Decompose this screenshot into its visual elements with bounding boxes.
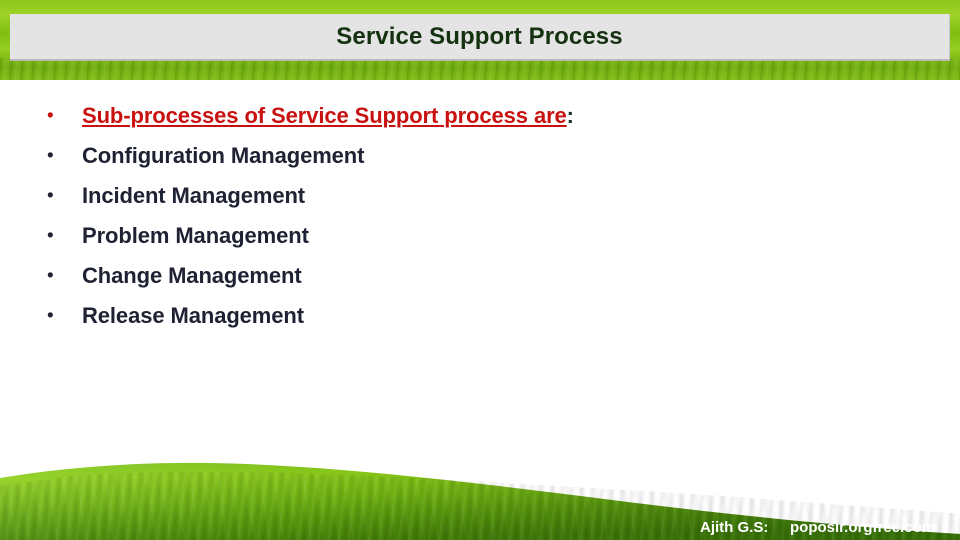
list-item: • Sub-processes of Service Support proce… <box>0 96 960 136</box>
list-item: • Change Management <box>0 256 960 296</box>
bullet-list: • Sub-processes of Service Support proce… <box>0 96 960 336</box>
bullet-point-icon: • <box>47 225 54 247</box>
page-title: Service Support Process <box>336 22 623 50</box>
title-plaque: Service Support Process <box>10 14 950 61</box>
bullet-point-icon: • <box>47 185 54 207</box>
list-item-text: Sub-processes of Service Support process… <box>82 103 567 128</box>
list-item-label: Configuration Management <box>82 143 365 168</box>
list-item-label: Incident Management <box>82 183 306 208</box>
list-item-label: Change Management <box>82 263 302 288</box>
slide-canvas: Service Support Process • Sub-processes … <box>0 0 960 540</box>
list-item-label: Sub-processes of Service Support process… <box>82 103 574 129</box>
list-item-label: Problem Management <box>82 223 309 248</box>
bullet-point-icon: • <box>47 145 54 167</box>
bullet-point-icon: • <box>47 305 54 327</box>
footer: Ajith G.S: poposir.orgfree.com <box>0 506 960 540</box>
list-item-label: Release Management <box>82 303 304 328</box>
list-item-suffix: : <box>566 103 574 128</box>
footer-site-link[interactable]: poposir.orgfree.com <box>790 519 935 536</box>
list-item: • Release Management <box>0 296 960 336</box>
bullet-point-icon: • <box>47 265 54 287</box>
list-item: • Problem Management <box>0 216 960 256</box>
list-item: • Incident Management <box>0 176 960 216</box>
bullet-point-icon: • <box>47 105 54 127</box>
list-item: • Configuration Management <box>0 136 960 176</box>
footer-author-label: Ajith G.S: <box>700 519 769 536</box>
